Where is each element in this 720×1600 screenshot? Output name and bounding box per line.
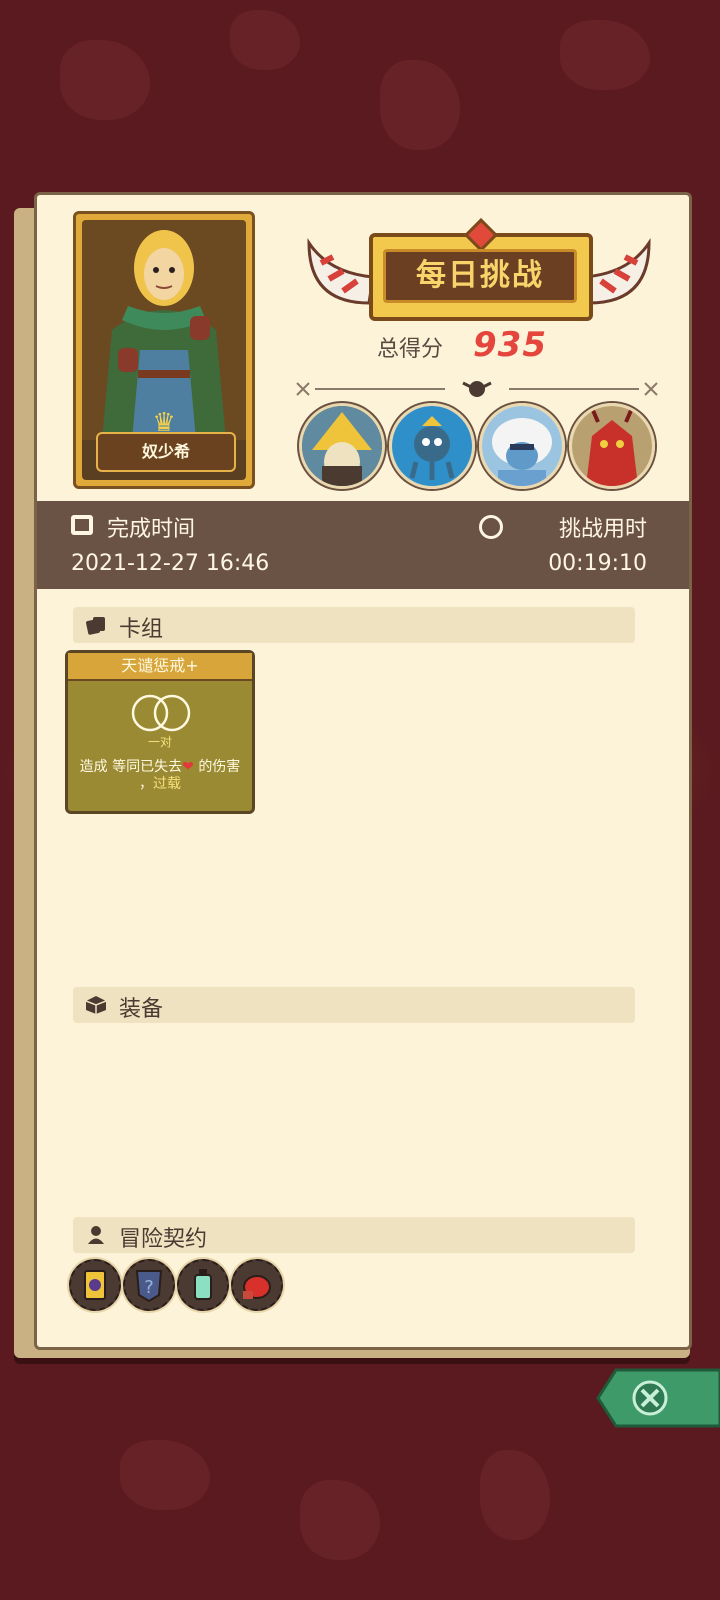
card-desc-comma: ， xyxy=(139,776,153,792)
bg-pattern-shape xyxy=(380,60,460,150)
score-label: 总得分 xyxy=(377,337,444,362)
ornament-divider xyxy=(296,381,658,397)
box-icon xyxy=(85,996,107,1014)
card-desc-text: 造成 等同已失去 xyxy=(79,759,183,775)
card-description: 造成 等同已失去❤ 的伤害 ，过载 xyxy=(72,759,248,793)
heart-icon: ❤ xyxy=(182,759,194,775)
banner-frame: 每日挑战 xyxy=(369,218,593,321)
card-desc-suffix: 的伤害 xyxy=(198,759,241,775)
card-title: 天谴惩戒+ xyxy=(68,653,252,681)
contract-moon-card-icon[interactable] xyxy=(69,1259,121,1311)
bg-pattern-shape xyxy=(230,10,300,70)
hero-name: 奴少希 xyxy=(96,432,236,472)
card-tag: 一对 xyxy=(147,735,172,749)
score-row: 总得分 935 xyxy=(377,325,597,369)
card-keyword: 过载 xyxy=(153,776,181,792)
contracts-section-header: 冒险契约 xyxy=(73,1217,635,1253)
hero-card[interactable]: ♛ 奴少希 xyxy=(73,211,255,489)
contract-potion-icon[interactable] xyxy=(177,1259,229,1311)
bg-pattern-shape xyxy=(480,1450,550,1540)
result-info-bar: 完成时间 挑战用时 2021-12-27 16:46 00:19:10 xyxy=(37,501,689,589)
calendar-icon xyxy=(71,515,93,535)
cards-icon xyxy=(86,617,105,635)
boss-yeti-icon[interactable] xyxy=(479,403,565,489)
duration-value: 00:19:10 xyxy=(548,551,647,576)
deck-section-header: 卡组 xyxy=(73,607,635,643)
bg-pattern-shape xyxy=(560,20,650,90)
boss-list xyxy=(299,403,663,489)
daily-challenge-banner: 每日挑战 xyxy=(299,215,659,325)
pair-rings-icon xyxy=(131,694,191,732)
skill-card[interactable]: 天谴惩戒+ 一对 造成 等同已失去❤ 的伤害 ，过载 xyxy=(65,650,255,814)
equipment-section-title: 装备 xyxy=(119,997,164,1022)
contract-shield-question-icon[interactable]: ? xyxy=(123,1259,175,1311)
svg-text:?: ? xyxy=(144,1277,154,1298)
duration-label: 挑战用时 xyxy=(558,517,647,542)
equipment-section-header: 装备 xyxy=(73,987,635,1023)
bg-pattern-shape xyxy=(300,1480,380,1560)
completion-time-value: 2021-12-27 16:46 xyxy=(71,551,270,576)
boss-wizard-icon[interactable] xyxy=(299,403,385,489)
stopwatch-icon xyxy=(479,515,503,539)
banner-title: 每日挑战 xyxy=(383,249,577,303)
contract-list: ? xyxy=(69,1259,289,1311)
gem-icon xyxy=(464,218,498,252)
completion-time-label: 完成时间 xyxy=(107,517,196,542)
deck-section-title: 卡组 xyxy=(119,617,164,642)
boss-squid-icon[interactable] xyxy=(389,403,475,489)
bg-pattern-shape xyxy=(120,1440,210,1510)
hero-portrait: ♛ 奴少希 xyxy=(82,220,246,480)
contracts-section-title: 冒险契约 xyxy=(119,1227,208,1252)
horn-left-icon xyxy=(307,238,375,305)
score-value: 935 xyxy=(473,325,547,365)
person-icon xyxy=(88,1226,104,1244)
contract-glove-icon[interactable] xyxy=(231,1259,283,1311)
close-button[interactable] xyxy=(596,1366,720,1430)
bg-pattern-shape xyxy=(60,40,150,120)
boss-dragon-icon[interactable] xyxy=(569,403,655,489)
challenge-result-panel: ♛ 奴少希 每日挑战 总得分 935 完成时间 挑战用时 2021-12-27 … xyxy=(34,192,692,1350)
hero-portrait-icon xyxy=(82,220,246,440)
